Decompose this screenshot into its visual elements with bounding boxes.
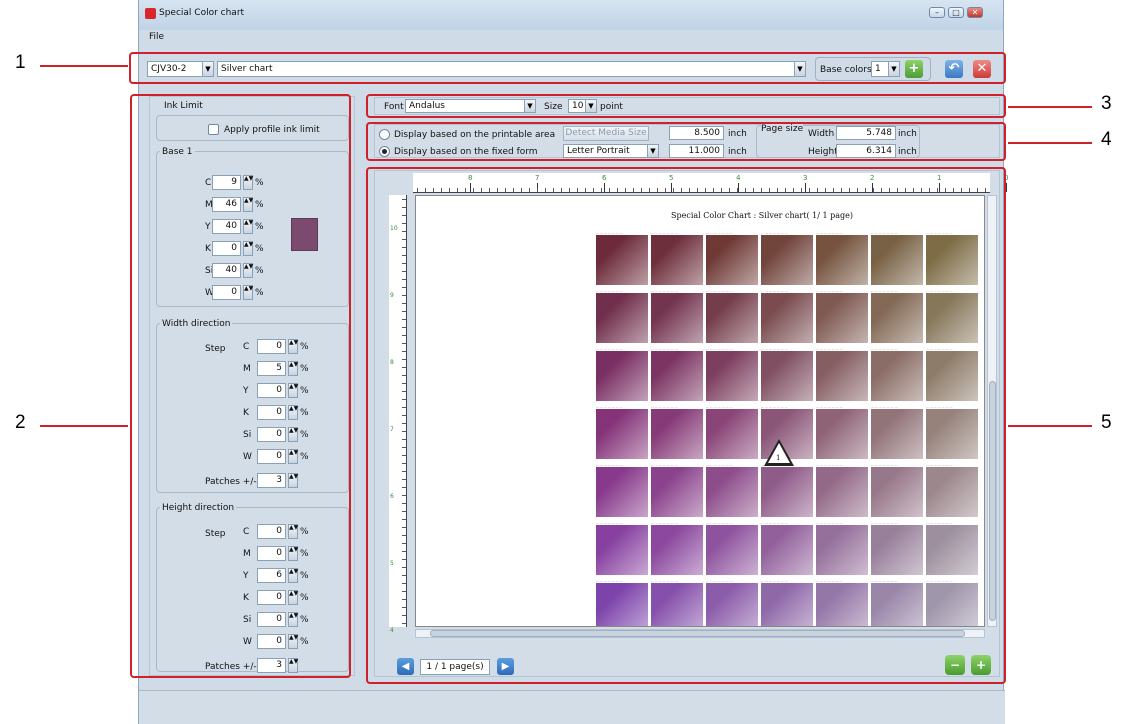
callout-box-3 xyxy=(366,94,1006,118)
status-bar xyxy=(139,690,1005,724)
ruler-tick xyxy=(1006,183,1007,192)
menu-bar: File xyxy=(139,30,1003,44)
callout-2: 2 xyxy=(15,412,26,433)
callout-line-5 xyxy=(1008,425,1092,427)
app-icon xyxy=(145,8,156,19)
callout-3: 3 xyxy=(1101,93,1112,114)
callout-line-4 xyxy=(1008,142,1092,144)
callout-line-1 xyxy=(40,65,128,67)
title-bar: Special Color chart – □ ✕ xyxy=(139,0,1003,30)
callout-4: 4 xyxy=(1101,129,1112,150)
callout-box-4 xyxy=(366,122,1006,161)
callout-line-2 xyxy=(40,425,128,427)
menu-file[interactable]: File xyxy=(149,32,164,42)
callout-1: 1 xyxy=(15,52,26,73)
minimize-icon[interactable]: – xyxy=(929,7,945,18)
callout-box-1 xyxy=(129,52,1006,84)
maximize-icon[interactable]: □ xyxy=(948,7,964,18)
close-icon[interactable]: ✕ xyxy=(967,7,983,18)
callout-box-5 xyxy=(366,167,1006,684)
callout-5: 5 xyxy=(1101,412,1112,433)
callout-line-3 xyxy=(1008,106,1092,108)
callout-box-2 xyxy=(130,94,351,678)
window-title: Special Color chart xyxy=(159,8,245,18)
